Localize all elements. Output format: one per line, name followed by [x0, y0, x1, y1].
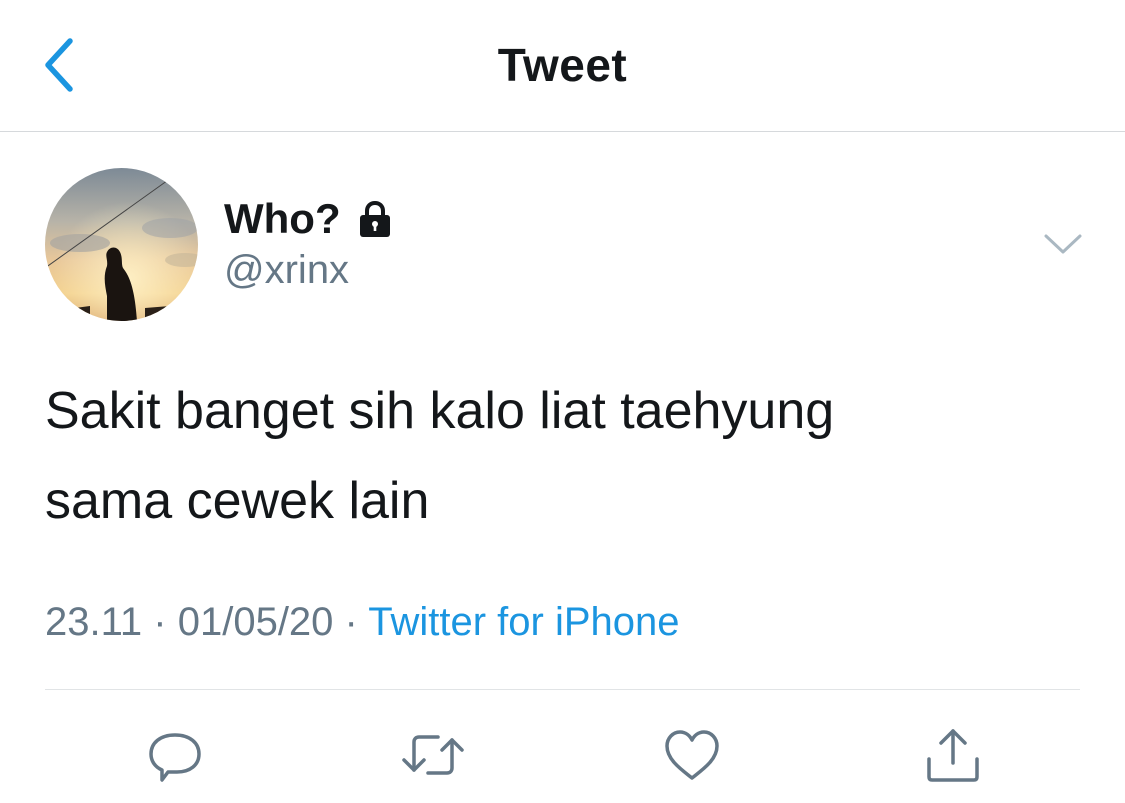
- tweet-detail-screen: Tweet Who? @xrinx Sakit banget sih kalo …: [0, 0, 1125, 803]
- lock-icon: [359, 200, 390, 237]
- nav-header: Tweet: [0, 0, 1125, 132]
- reply-icon: [149, 733, 201, 782]
- user-handle[interactable]: @xrinx: [224, 248, 349, 293]
- share-button[interactable]: [918, 720, 988, 790]
- reply-button[interactable]: [140, 720, 210, 790]
- tweet-source-link[interactable]: Twitter for iPhone: [368, 600, 679, 644]
- retweet-button[interactable]: [398, 720, 468, 790]
- tweet-text-line: sama cewek lain: [45, 472, 430, 530]
- tweet-date: 01/05/20: [177, 600, 334, 644]
- tweet-text: Sakit banget sih kalo liat taehyung sama…: [45, 366, 1085, 546]
- tweet-meta: 23.11 · 01/05/20 · Twitter for iPhone: [45, 600, 680, 645]
- heart-icon: [665, 730, 719, 780]
- divider: [45, 689, 1080, 690]
- retweet-icon: [402, 735, 464, 775]
- tweet-time: 23.11: [45, 600, 143, 644]
- page-title: Tweet: [497, 39, 628, 91]
- meta-separator: ·: [344, 600, 358, 644]
- chevron-down-icon: [1044, 234, 1082, 254]
- display-name[interactable]: Who?: [224, 195, 341, 243]
- meta-separator: ·: [153, 600, 167, 644]
- share-icon: [927, 729, 979, 782]
- tweet-options-button[interactable]: [1038, 222, 1088, 266]
- author-name-row[interactable]: Who?: [224, 192, 395, 246]
- tweet-text-line: Sakit banget sih kalo liat taehyung: [45, 382, 835, 440]
- like-button[interactable]: [657, 720, 727, 790]
- avatar[interactable]: [45, 168, 198, 321]
